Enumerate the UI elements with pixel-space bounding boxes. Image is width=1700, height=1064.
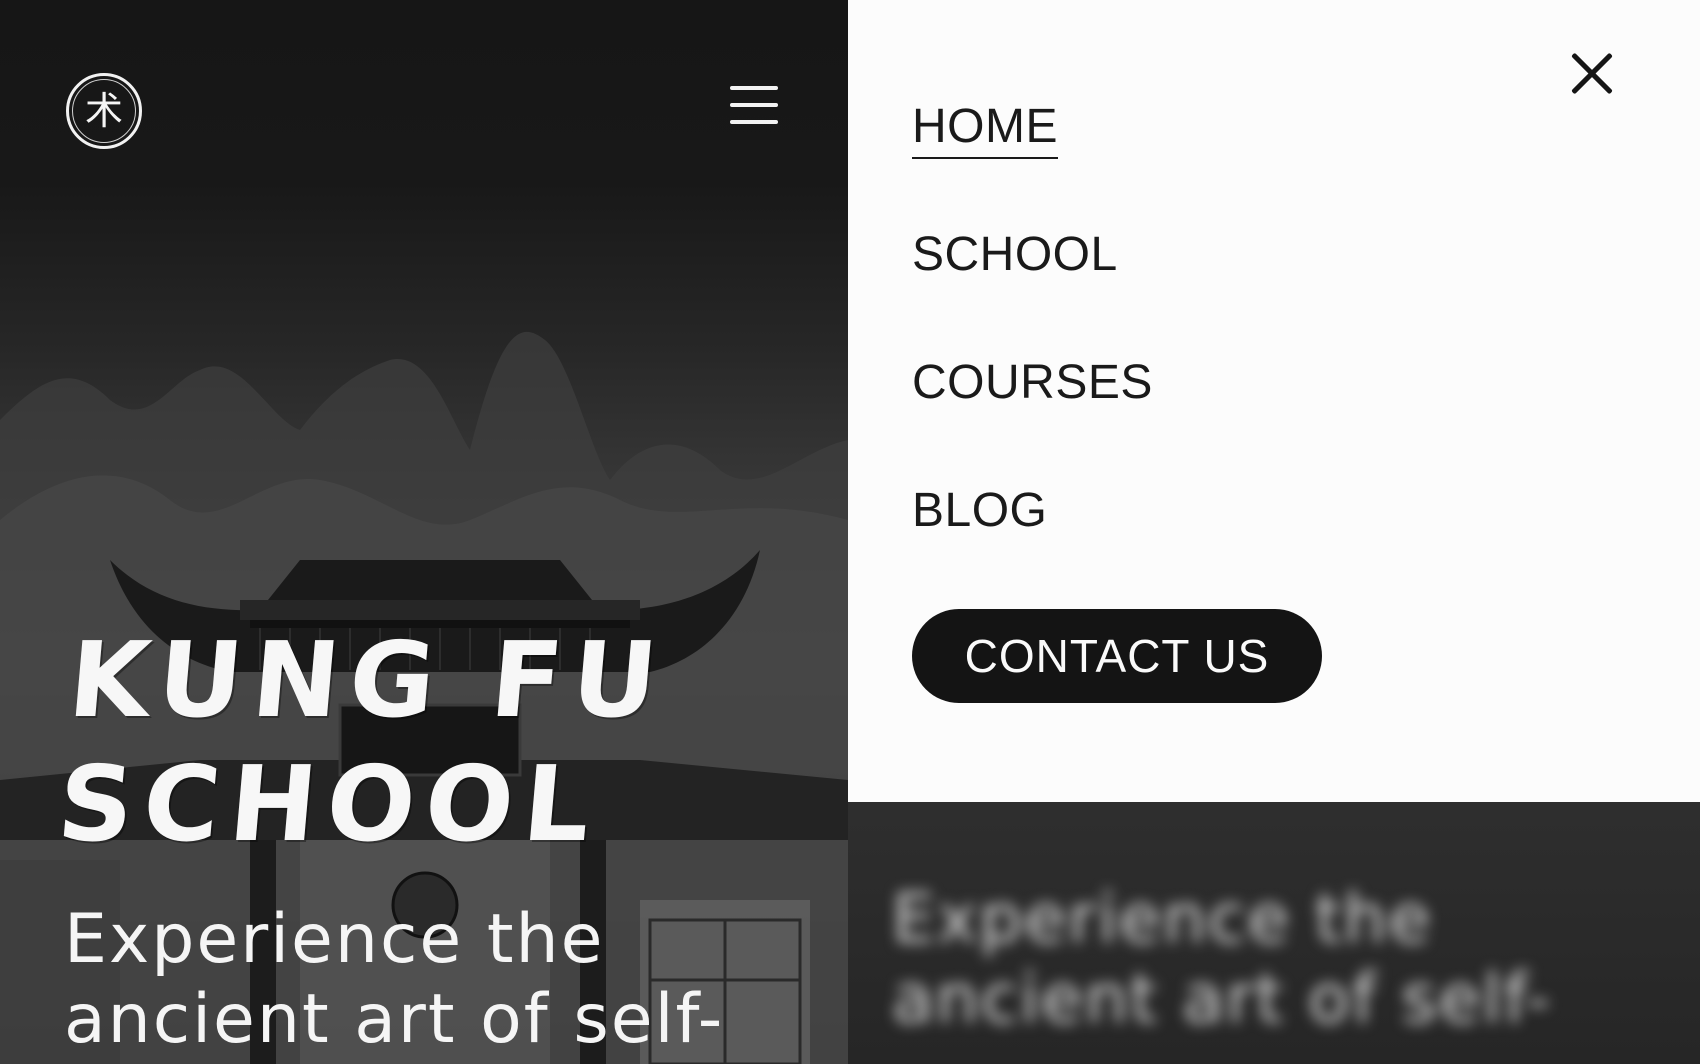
contact-us-button[interactable]: CONTACT US [912,609,1322,703]
nav-item-school[interactable]: SCHOOL [912,227,1118,283]
hero-section: 术 KUNG FU SCHOOL Experience the ancient … [0,0,848,1064]
blurred-subtitle-line-2: ancient art of self- [892,960,1553,1039]
hero-subtitle-line-2: ancient art of self- [64,980,725,1059]
navigation-menu-panel: HOME SCHOOL COURSES BLOG CONTACT US [848,0,1700,802]
close-icon[interactable] [1569,50,1615,96]
blurred-hero-subtitle: Experience the ancient art of self- [892,880,1552,1040]
kung-fu-logo-icon[interactable]: 术 [66,73,142,149]
nav-item-blog[interactable]: BLOG [912,483,1047,539]
hamburger-menu-icon[interactable] [730,86,778,126]
blurred-subtitle-line-1: Experience the [892,880,1433,959]
hero-subtitle-line-1: Experience the [64,900,605,979]
hero-title-line-1: KUNG FU [64,619,673,741]
hero-title: KUNG FU SCHOOL [53,618,775,866]
nav-item-home[interactable]: HOME [912,99,1058,159]
hamburger-line [730,103,778,107]
logo-inner-ring: 术 [72,79,136,143]
hero-title-line-2: SCHOOL [53,743,606,865]
hero-subtitle: Experience the ancient art of self- [64,900,844,1060]
nav-item-courses[interactable]: COURSES [912,355,1153,411]
hamburger-line [730,120,778,124]
logo-glyph: 术 [84,89,123,133]
hamburger-line [730,86,778,90]
